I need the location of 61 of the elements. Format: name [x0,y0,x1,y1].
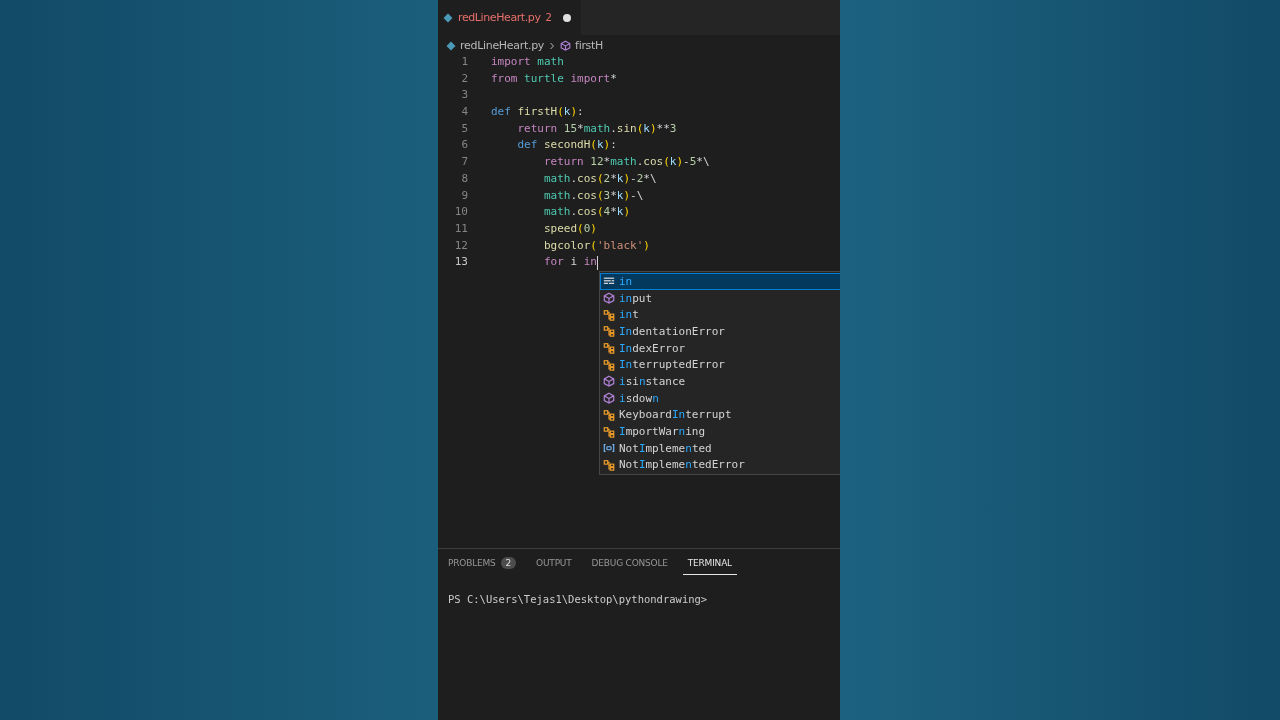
line-number: 1 [460,54,468,70]
class-icon [603,458,615,471]
code-line: math.cos(2*k)-2*\ [542,170,657,187]
python-file-icon [443,12,453,23]
line-number: 6 [460,137,468,154]
line-number: 9 [460,187,468,204]
suggestion-item[interactable]: input [600,289,840,307]
class-icon [603,358,615,371]
line-number: 5 [460,120,468,137]
breadcrumb-symbol[interactable]: firstH [575,39,604,52]
line-number: 13 [453,254,468,271]
suggestion-item[interactable]: isdown [600,389,840,407]
suggestion-item[interactable]: KeyboardInterrupt [600,406,840,424]
variable-icon [603,442,615,455]
panel-tab[interactable]: DEBUG CONSOLE [586,551,673,575]
line-number: 11 [453,220,468,237]
code-line: math.cos(4*k) [542,204,631,221]
suggestion-item[interactable]: IndentationError [600,323,840,340]
suggestion-item[interactable]: NotImplementedError [600,456,840,474]
problem-count: 2 [500,556,517,569]
code-line: speed(0) [542,220,597,237]
cube-icon [603,392,615,405]
suggestion-item[interactable]: InterruptedError [600,356,840,374]
breadcrumb-file[interactable]: redLineHeart.py [460,39,545,52]
code-line: return 15*math.sin(k)**3 [516,120,677,137]
line-number: 3 [460,87,468,104]
code-line: import math [491,54,564,70]
code-line: bgcolor('black') [542,237,650,254]
panel-tab[interactable]: OUTPUT [531,551,577,575]
code-line: math.cos(3*k)-\ [542,187,644,204]
line-number: 2 [460,70,468,87]
code-line: from turtle import* [491,70,617,87]
suggestion-item[interactable]: IndexError [600,339,840,357]
line-number: 7 [460,154,468,171]
python-file-icon [446,40,456,51]
line-number: 10 [453,204,468,221]
editor-tab[interactable]: redLineHeart.py 2 [438,0,581,35]
suggestion-item[interactable]: NotImplemented [600,439,840,457]
cube-icon [603,292,615,305]
code-line: def secondH(k): [516,137,617,154]
line-number: 8 [460,170,468,187]
line-number: 12 [453,237,468,254]
panel-tab[interactable]: TERMINAL [682,551,737,575]
code-line: return 12*math.cos(k)-5*\ [542,154,710,171]
terminal-prompt: PS C:\Users\Tejas1\Desktop\pythondrawing> [447,592,709,607]
code-line: def firstH(k): [491,104,584,121]
cube-icon [603,375,615,388]
panel-tab[interactable]: PROBLEMS 2 [443,551,522,575]
suggestion-item[interactable]: isinstance [600,373,840,390]
class-icon [603,342,615,355]
class-icon [603,408,615,421]
chevron-icon [548,41,557,50]
class-icon [603,425,615,438]
suggestion-item[interactable]: int [600,306,840,324]
class-icon [603,308,615,321]
line-number: 4 [460,104,468,121]
suggestion-item[interactable]: ImportWarning [600,423,840,440]
code-line: for i in [542,254,599,271]
cube-icon [560,40,572,51]
class-icon [603,325,615,338]
suggestion-item[interactable]: in [600,273,840,290]
